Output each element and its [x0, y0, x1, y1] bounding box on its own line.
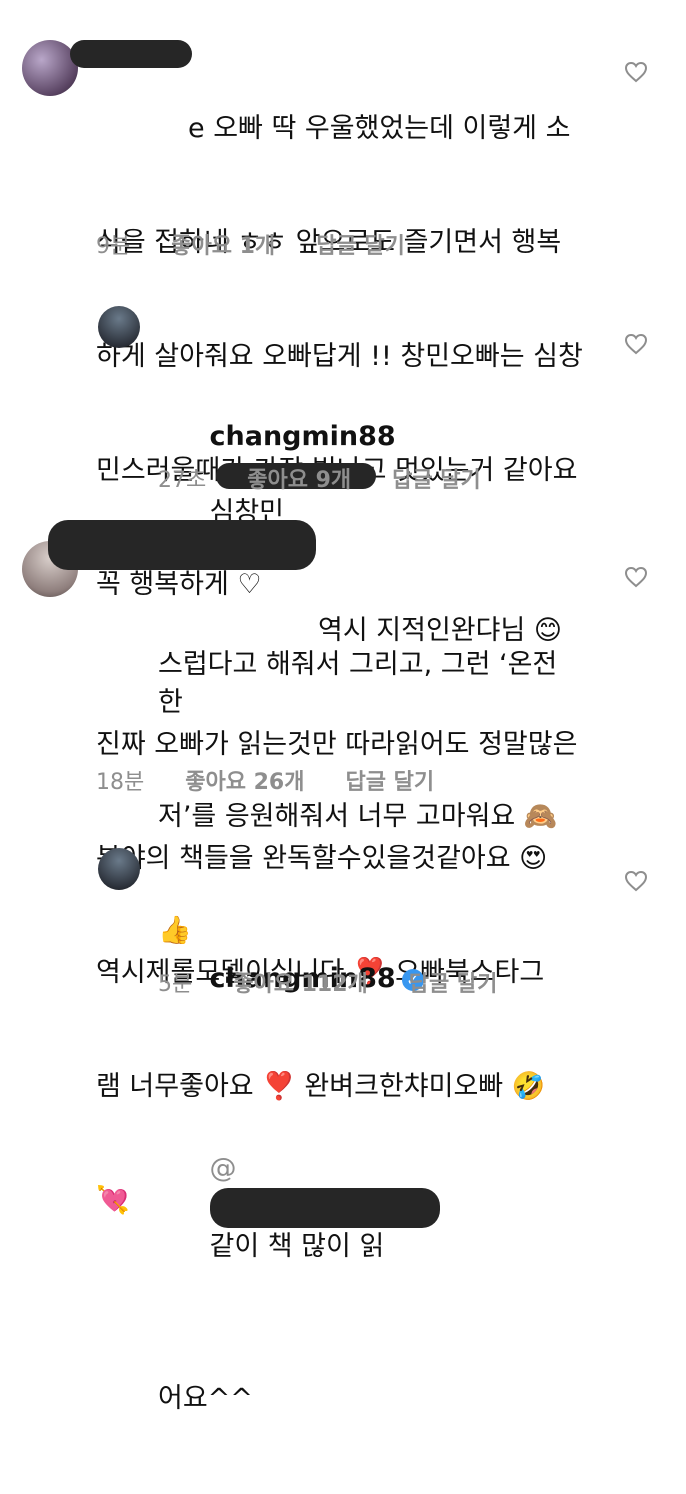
- heart-icon[interactable]: [624, 870, 648, 892]
- comment-meta: 9분 좋아요 1개 답글 달기: [96, 228, 439, 260]
- heart-icon[interactable]: [624, 61, 648, 83]
- heart-icon[interactable]: [624, 333, 648, 355]
- likes-count[interactable]: 좋아요 26개: [185, 770, 304, 795]
- mention-at[interactable]: @: [210, 1153, 237, 1184]
- likes-count[interactable]: 좋아요 112개: [233, 972, 368, 997]
- likes-count[interactable]: 좋아요 1개: [171, 234, 275, 259]
- avatar[interactable]: [22, 40, 78, 96]
- comment-text: changmin88 ✓ @ 같이 책 많이 읽 어요^^: [158, 846, 598, 1494]
- avatar[interactable]: [98, 848, 140, 890]
- likes-count[interactable]: 좋아요 9개: [247, 468, 351, 493]
- timestamp: 5분: [158, 972, 193, 997]
- avatar[interactable]: [98, 306, 140, 348]
- timestamp: 27초: [158, 468, 207, 493]
- username[interactable]: changmin88: [210, 421, 396, 452]
- redacted-mention: [209, 1188, 440, 1228]
- reply-button[interactable]: 답글 달기: [316, 234, 405, 259]
- heart-icon[interactable]: [624, 566, 648, 588]
- comment-meta: 5분 좋아요 112개 답글 달기: [158, 966, 531, 998]
- reply-button[interactable]: 답글 달기: [409, 972, 498, 997]
- comment-meta: 18분 좋아요 26개 답글 달기: [96, 764, 468, 796]
- reply-button[interactable]: 답글 달기: [392, 468, 481, 493]
- reply-button[interactable]: 답글 달기: [345, 770, 434, 795]
- timestamp: 9분: [96, 234, 131, 259]
- timestamp: 18분: [96, 770, 145, 795]
- comment-meta: 27초 좋아요 9개 답글 달기: [158, 462, 515, 494]
